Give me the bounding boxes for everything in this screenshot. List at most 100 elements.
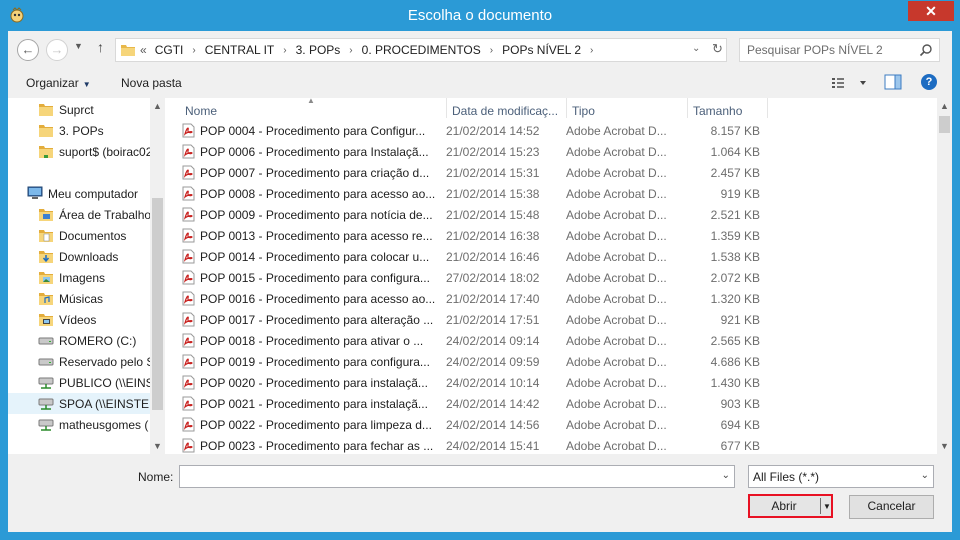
nav-item[interactable]: Downloads xyxy=(8,246,150,267)
file-row[interactable]: POP 0016 - Procedimento para acesso ao..… xyxy=(180,288,937,309)
file-type: Adobe Acrobat D... xyxy=(566,397,667,411)
nav-item[interactable]: 3. POPs xyxy=(8,120,150,141)
navigation-pane: matheusgomes ( SPOA (\\EINSTEII PUBLICO (\… xyxy=(8,98,165,454)
new-folder-button[interactable]: Nova pasta xyxy=(121,76,182,90)
open-button[interactable]: Abrir ▼ xyxy=(748,494,833,518)
file-list-scrollbar[interactable]: ▲ ▼ xyxy=(937,98,952,454)
column-size[interactable]: Tamanho xyxy=(688,98,768,118)
nav-item-label: SPOA (\\EINSTEII xyxy=(59,397,150,411)
file-row[interactable]: POP 0004 - Procedimento para Configur...… xyxy=(180,120,937,141)
nav-item[interactable]: matheusgomes ( xyxy=(8,414,150,435)
breadcrumb-item[interactable]: 3. POPs xyxy=(296,43,341,57)
nav-item-label: Área de Trabalho xyxy=(59,208,150,222)
refresh-button[interactable]: ↻ xyxy=(712,41,723,57)
file-row[interactable]: POP 0013 - Procedimento para acesso re..… xyxy=(180,225,937,246)
breadcrumb-item[interactable]: CGTI xyxy=(155,43,184,57)
preview-pane-icon[interactable] xyxy=(884,74,902,90)
scroll-down-icon[interactable]: ▼ xyxy=(153,441,162,451)
file-row[interactable]: POP 0006 - Procedimento para Instalaçã..… xyxy=(180,141,937,162)
scroll-up-icon[interactable]: ▲ xyxy=(153,101,162,111)
address-dropdown[interactable]: ⌄ xyxy=(692,43,700,54)
chevron-down-icon: ⌄ xyxy=(920,470,929,481)
breadcrumb-item[interactable]: CENTRAL IT xyxy=(205,43,275,57)
close-button[interactable]: ✕ xyxy=(908,1,954,21)
cancel-button[interactable]: Cancelar xyxy=(849,495,934,519)
nav-item[interactable]: SPOA (\\EINSTEII xyxy=(8,393,150,414)
drive-icon xyxy=(38,333,54,348)
column-name[interactable]: ▲ Nome xyxy=(165,98,447,118)
nav-item[interactable]: Meu computador xyxy=(8,183,150,204)
nav-item-label: suport$ (boirac02 xyxy=(59,145,150,159)
breadcrumb-overflow[interactable]: « xyxy=(140,43,147,57)
file-row[interactable]: POP 0018 - Procedimento para ativar o ..… xyxy=(180,330,937,351)
file-list: ▲ Nome Data de modificaç... Tipo Tamanho… xyxy=(165,98,952,454)
file-row[interactable]: POP 0008 - Procedimento para acesso ao..… xyxy=(180,183,937,204)
pdf-file-icon xyxy=(182,312,195,327)
column-name-label: Nome xyxy=(185,104,218,118)
address-bar[interactable]: « CGTI › CENTRAL IT › 3. POPs › 0. PROCEDIMENT… xyxy=(115,38,727,62)
file-date: 21/02/2014 17:40 xyxy=(446,292,540,306)
pdf-file-icon xyxy=(182,438,195,453)
file-name: POP 0022 - Procedimento para limpeza d..… xyxy=(200,418,432,432)
file-row[interactable]: POP 0019 - Procedimento para configura..… xyxy=(180,351,937,372)
file-row[interactable]: POP 0023 - Procedimento para fechar as .… xyxy=(180,435,937,454)
file-row[interactable]: POP 0021 - Procedimento para instalaçã..… xyxy=(180,393,937,414)
view-options-icon[interactable] xyxy=(830,75,870,91)
pdf-file-icon xyxy=(182,165,195,180)
filename-input[interactable]: ⌄ xyxy=(179,465,735,488)
chevron-right-icon[interactable]: › xyxy=(192,45,195,56)
file-row[interactable]: POP 0020 - Procedimento para instalaçã..… xyxy=(180,372,937,393)
nav-scrollbar[interactable]: ▲ ▼ xyxy=(150,98,165,454)
nav-item[interactable]: Área de Trabalho xyxy=(8,204,150,225)
column-type[interactable]: Tipo xyxy=(567,98,688,118)
chevron-right-icon[interactable]: › xyxy=(349,45,352,56)
help-icon[interactable]: ? xyxy=(921,74,937,90)
nav-item[interactable]: ROMERO (C:) xyxy=(8,330,150,351)
open-options-dropdown[interactable]: ▼ xyxy=(823,496,831,517)
chevron-right-icon[interactable]: › xyxy=(283,45,286,56)
file-row[interactable]: POP 0015 - Procedimento para configura..… xyxy=(180,267,937,288)
nav-item-label: Reservado pelo S xyxy=(59,355,150,369)
nav-item-label: Downloads xyxy=(59,250,119,264)
nav-item-label: Músicas xyxy=(59,292,104,306)
back-button[interactable]: ← xyxy=(17,39,39,61)
chevron-right-icon[interactable]: › xyxy=(590,45,593,56)
scroll-up-icon[interactable]: ▲ xyxy=(940,101,949,111)
forward-button[interactable]: → xyxy=(46,39,68,61)
file-name: POP 0013 - Procedimento para acesso re..… xyxy=(200,229,433,243)
nav-item[interactable]: Vídeos xyxy=(8,309,150,330)
nav-item[interactable]: PUBLICO (\\EINS xyxy=(8,372,150,393)
file-date: 21/02/2014 15:38 xyxy=(446,187,540,201)
nav-item[interactable]: Reservado pelo S xyxy=(8,351,150,372)
pdf-file-icon xyxy=(182,270,195,285)
file-row[interactable]: POP 0009 - Procedimento para notícia de.… xyxy=(180,204,937,225)
nav-item[interactable]: Suprct xyxy=(8,99,150,120)
file-type-select[interactable]: All Files (*.*) ⌄ xyxy=(748,465,934,488)
network-drive-icon xyxy=(38,396,54,411)
nav-item[interactable]: Imagens xyxy=(8,267,150,288)
organize-button[interactable]: Organizar ▼ xyxy=(26,76,91,90)
nav-item[interactable]: Documentos xyxy=(8,225,150,246)
up-button[interactable]: ↑ xyxy=(97,39,104,55)
column-date[interactable]: Data de modificaç... xyxy=(447,98,567,118)
chevron-right-icon[interactable]: › xyxy=(490,45,493,56)
search-input[interactable]: Pesquisar POPs NÍVEL 2 xyxy=(747,43,883,57)
nav-item[interactable]: suport$ (boirac02 xyxy=(8,141,150,162)
nav-item[interactable]: Músicas xyxy=(8,288,150,309)
breadcrumb-item[interactable]: POPs NÍVEL 2 xyxy=(502,43,581,57)
file-list-scroll-thumb[interactable] xyxy=(939,116,950,133)
file-row[interactable]: POP 0017 - Procedimento para alteração .… xyxy=(180,309,937,330)
chevron-down-icon[interactable]: ⌄ xyxy=(722,470,730,481)
title-bar[interactable]: Escolha o documento ✕ xyxy=(0,0,960,31)
nav-item-label: ROMERO (C:) xyxy=(59,334,137,348)
search-box[interactable]: Pesquisar POPs NÍVEL 2 xyxy=(739,38,940,62)
file-row[interactable]: POP 0007 - Procedimento para criação d..… xyxy=(180,162,937,183)
scroll-down-icon[interactable]: ▼ xyxy=(940,441,949,451)
breadcrumb-item[interactable]: 0. PROCEDIMENTOS xyxy=(362,43,481,57)
search-icon[interactable] xyxy=(919,43,933,57)
file-row[interactable]: POP 0022 - Procedimento para limpeza d..… xyxy=(180,414,937,435)
file-row[interactable]: POP 0014 - Procedimento para colocar u..… xyxy=(180,246,937,267)
recent-locations-dropdown[interactable]: ▼ xyxy=(74,41,83,51)
nav-scroll-thumb[interactable] xyxy=(152,198,163,410)
file-type: Adobe Acrobat D... xyxy=(566,124,667,138)
